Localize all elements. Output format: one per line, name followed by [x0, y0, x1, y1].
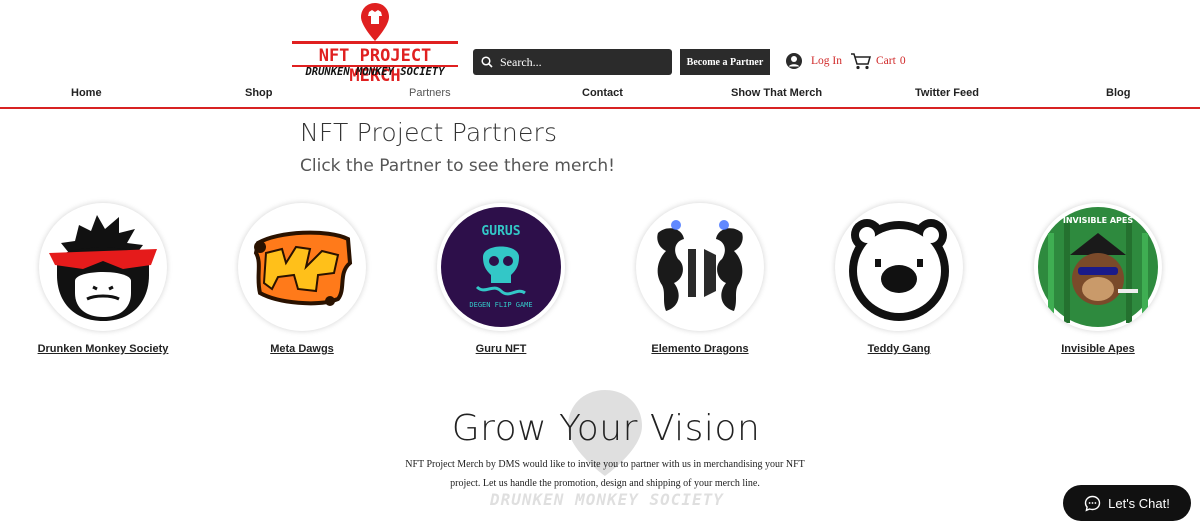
- login-link[interactable]: Log In: [785, 52, 842, 70]
- main-nav: Home Shop Partners Contact Show That Mer…: [0, 82, 1200, 108]
- page-title: NFT Project Partners: [300, 118, 558, 147]
- logo-rule: [292, 41, 458, 44]
- ape-pirate-icon: INVISIBLE APES: [1038, 207, 1158, 327]
- nav-partners[interactable]: Partners: [409, 87, 451, 99]
- dragon-logo-icon: [657, 220, 743, 311]
- cart-link[interactable]: Cart 0: [850, 52, 906, 70]
- partner-link-elemento-dragons[interactable]: Elemento Dragons: [600, 343, 800, 355]
- monkey-logo-icon: [49, 215, 157, 321]
- partner-card-invisible-apes[interactable]: INVISIBLE APES Invisible Apes: [998, 203, 1198, 355]
- nav-blog[interactable]: Blog: [1106, 87, 1130, 99]
- partner-card-teddy-gang[interactable]: Teddy Gang: [799, 203, 999, 355]
- search-icon: [481, 56, 493, 68]
- partner-card-guru-nft[interactable]: GURUS DEGEN FLIP GAME Guru NFT: [401, 203, 601, 355]
- partner-card-elemento-dragons[interactable]: Elemento Dragons: [600, 203, 800, 355]
- partner-link-drunken-monkey[interactable]: Drunken Monkey Society: [3, 343, 203, 355]
- cart-count: 0: [899, 55, 906, 67]
- login-label: Log In: [811, 55, 842, 67]
- cart-icon: [851, 53, 871, 70]
- meta-dawgs-graffiti-icon: [253, 230, 353, 306]
- guru-skull-icon: GURUS DEGEN FLIP GAME: [441, 207, 561, 327]
- partner-card-drunken-monkey[interactable]: Drunken Monkey Society: [3, 203, 203, 355]
- svg-text:DEGEN FLIP GAME: DEGEN FLIP GAME: [469, 301, 532, 309]
- chat-button[interactable]: Let's Chat!: [1063, 485, 1191, 521]
- partner-logo-drunken-monkey[interactable]: [39, 203, 167, 331]
- partner-logo-teddy-gang[interactable]: [835, 203, 963, 331]
- partner-link-invisible-apes[interactable]: Invisible Apes: [998, 343, 1198, 355]
- become-partner-button[interactable]: Become a Partner: [680, 49, 770, 75]
- search-box[interactable]: [473, 49, 672, 75]
- nav-contact[interactable]: Contact: [582, 87, 623, 99]
- vision-heading: Grow Your Vision: [451, 408, 761, 449]
- bear-logo-icon: [849, 219, 949, 321]
- partner-logo-guru-nft[interactable]: GURUS DEGEN FLIP GAME: [437, 203, 565, 331]
- partner-logo-invisible-apes[interactable]: INVISIBLE APES: [1034, 203, 1162, 331]
- chat-bubble-icon: [1084, 495, 1101, 511]
- chat-label: Let's Chat!: [1108, 495, 1170, 511]
- nav-twitter-feed[interactable]: Twitter Feed: [915, 87, 979, 99]
- cart-label: Cart: [876, 55, 896, 67]
- user-avatar-icon: [786, 53, 802, 69]
- nav-divider: [0, 107, 1200, 109]
- vision-body: NFT Project Merch by DMS would like to i…: [405, 459, 805, 489]
- site-logo[interactable]: NFT PROJECT MERCH DRUNKEN MONKEY SOCIETY: [290, 2, 460, 86]
- partner-link-teddy-gang[interactable]: Teddy Gang: [799, 343, 999, 355]
- partner-link-meta-dawgs[interactable]: Meta Dawgs: [202, 343, 402, 355]
- svg-text:INVISIBLE APES: INVISIBLE APES: [1063, 216, 1134, 225]
- partner-logo-elemento-dragons[interactable]: [636, 203, 764, 331]
- partner-link-guru-nft[interactable]: Guru NFT: [401, 343, 601, 355]
- nav-shop[interactable]: Shop: [245, 87, 273, 99]
- search-input[interactable]: [500, 54, 670, 70]
- page-subtitle: Click the Partner to see there merch!: [300, 156, 615, 176]
- nav-home[interactable]: Home: [71, 87, 102, 99]
- svg-text:GURUS: GURUS: [481, 224, 520, 239]
- partner-card-meta-dawgs[interactable]: Meta Dawgs: [202, 203, 402, 355]
- partner-logo-meta-dawgs[interactable]: [238, 203, 366, 331]
- logo-subtitle: DRUNKEN MONKEY SOCIETY: [305, 66, 445, 78]
- map-pin-shirt-icon: [361, 3, 389, 41]
- nav-show-that-merch[interactable]: Show That Merch: [731, 87, 822, 99]
